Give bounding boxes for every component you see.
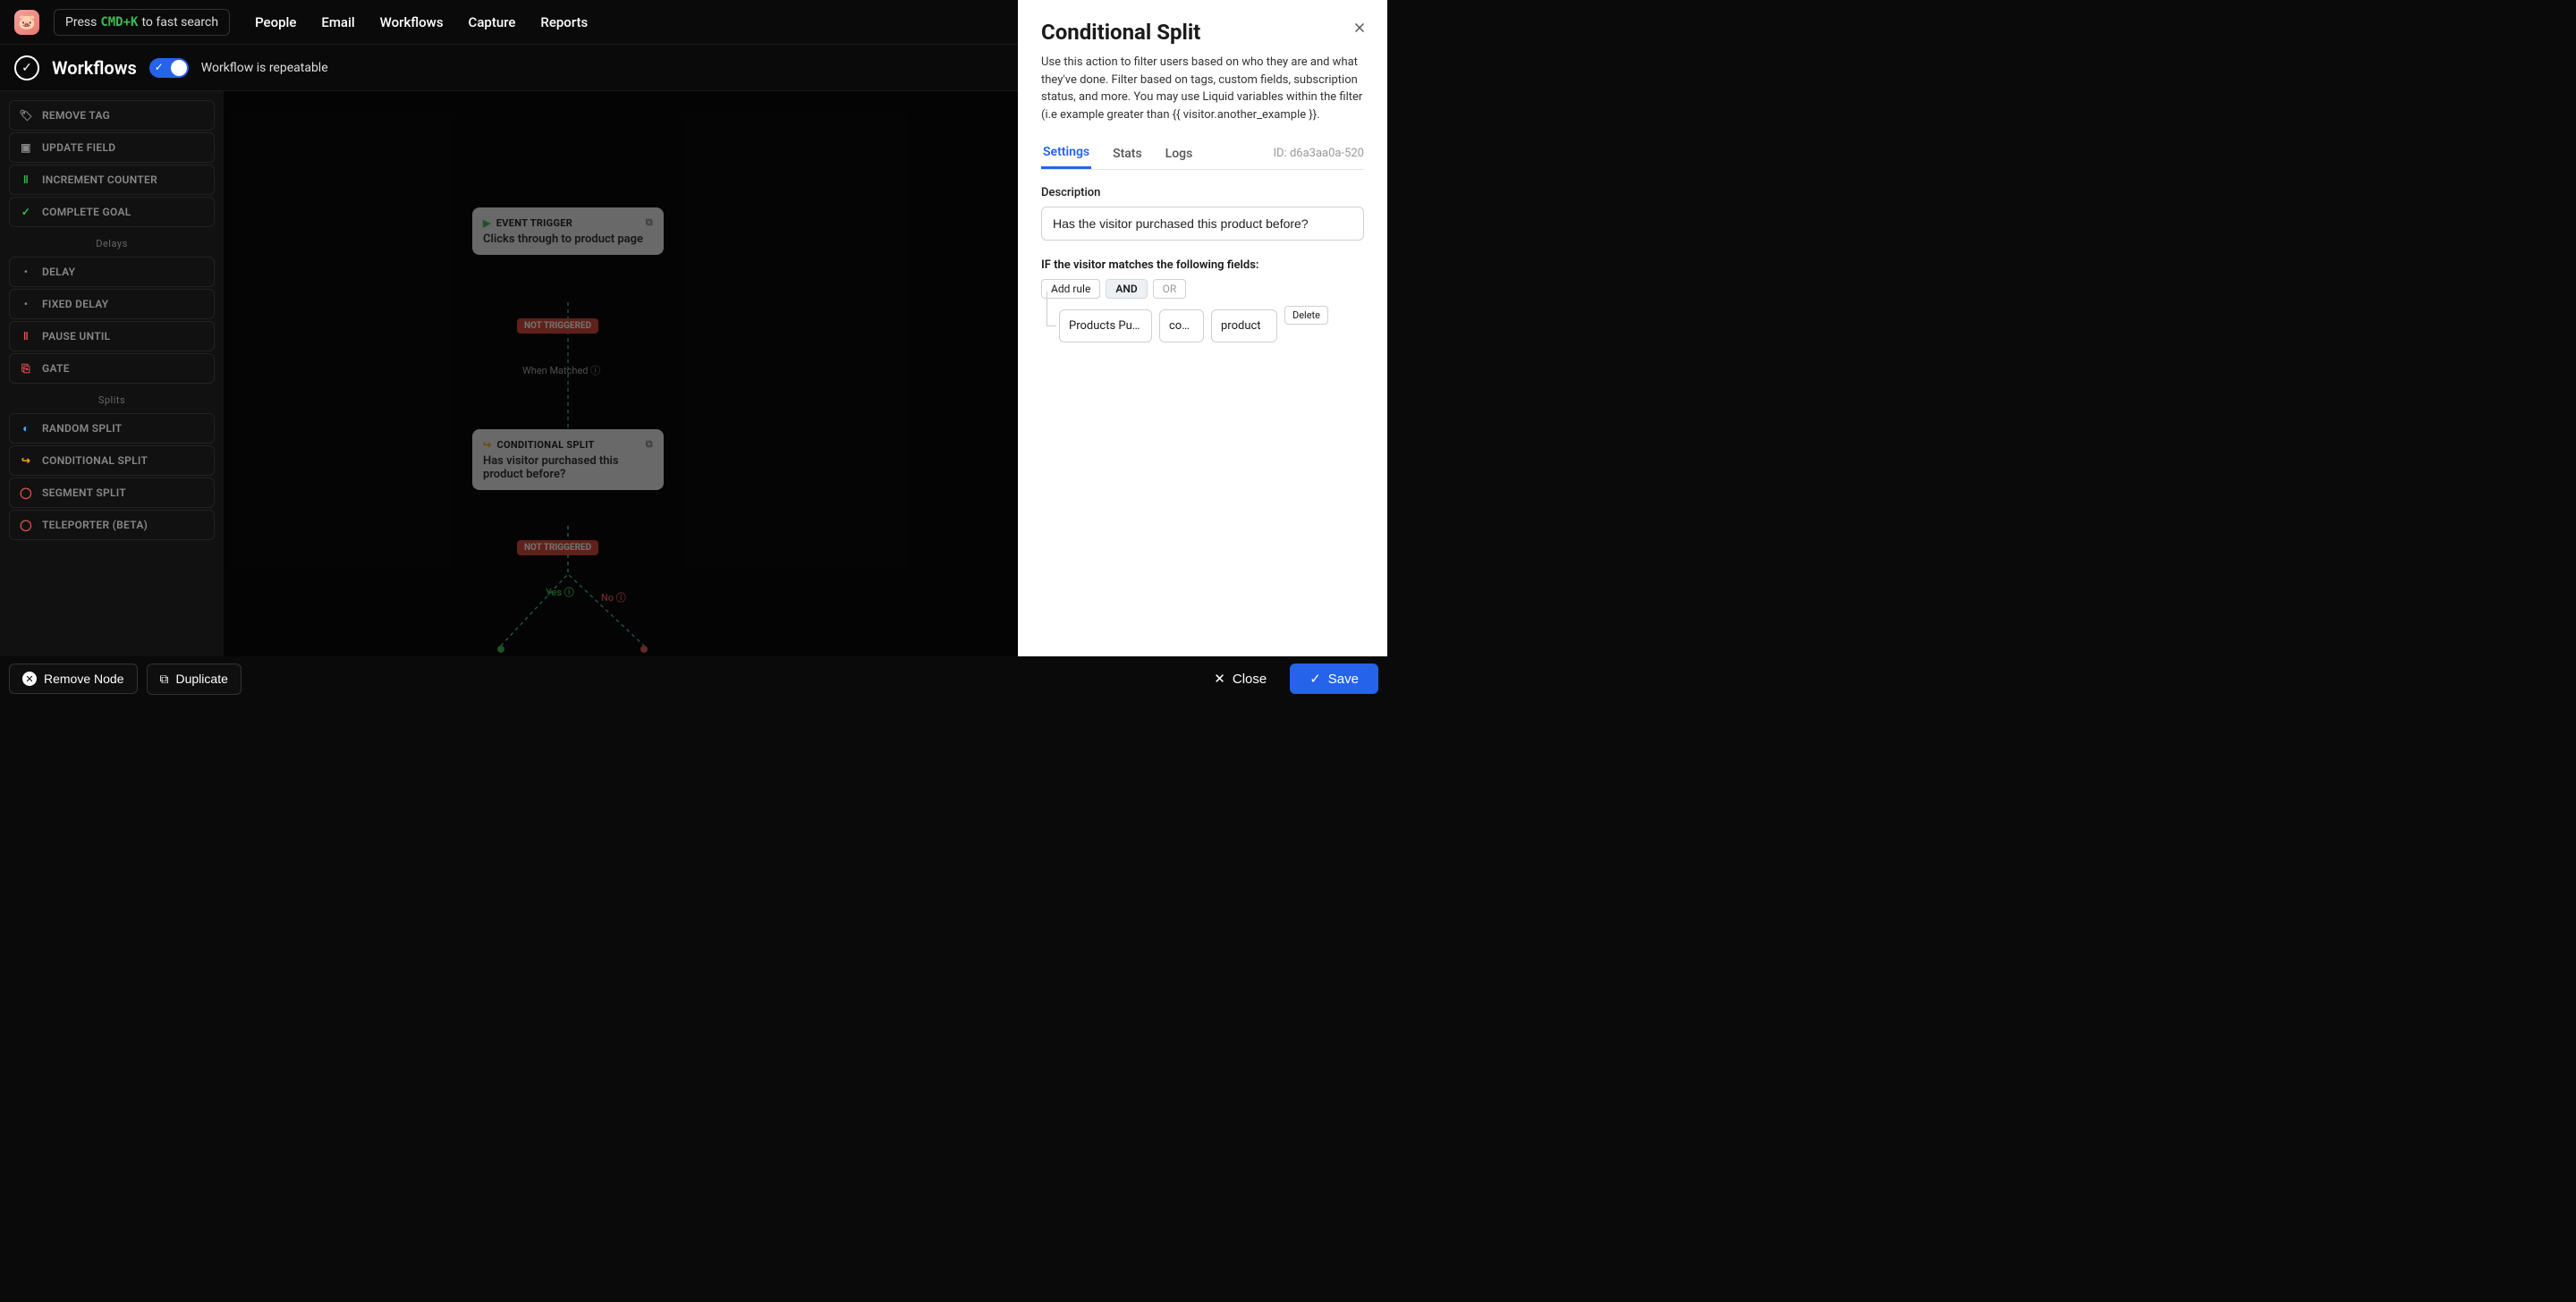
gate-icon: ⎘ [19, 361, 33, 376]
sidebar: 🏷REMOVE TAG ▣UPDATE FIELD ‖INCREMENT COU… [0, 91, 224, 701]
app-logo[interactable]: 🐷 [14, 10, 39, 35]
fixed-delay-icon: • [19, 297, 33, 311]
rule-row: Products Purchased contains product Dele… [1059, 309, 1364, 342]
settings-panel: Conditional Split Use this action to fil… [1018, 0, 1387, 656]
and-button[interactable]: AND [1106, 279, 1147, 299]
teleporter-icon: ◯ [19, 518, 33, 532]
duplicate-button[interactable]: ⧉ Duplicate [147, 664, 242, 695]
panel-tabs: Settings Stats Logs ID: d6a3aa0a-520 [1041, 138, 1364, 170]
workflow-check-icon: ✓ [14, 55, 39, 80]
or-button[interactable]: OR [1153, 279, 1187, 299]
tab-settings[interactable]: Settings [1041, 138, 1091, 169]
conditional-split-icon: ↪ [19, 453, 33, 468]
rule-operator-select[interactable]: contains [1159, 309, 1204, 342]
match-label: IF the visitor matches the following fie… [1041, 258, 1364, 272]
rule-value-input[interactable]: product [1211, 309, 1277, 342]
field-icon: ▣ [19, 140, 33, 155]
sidebar-heading-splits: Splits [9, 385, 215, 411]
sidebar-complete-goal[interactable]: ✓COMPLETE GOAL [9, 197, 215, 227]
cmd-k-shortcut: CMD+K [100, 15, 138, 30]
nav-links: People Email Workflows Capture Reports [255, 14, 588, 30]
delete-rule-button[interactable]: Delete [1284, 306, 1328, 325]
tag-icon: 🏷 [19, 108, 33, 123]
counter-icon: ‖ [19, 173, 33, 187]
delay-icon: • [19, 265, 33, 279]
repeatable-toggle[interactable]: ✓ [149, 58, 189, 78]
remove-icon: ✕ [22, 672, 37, 686]
search-box[interactable]: Press CMD+K to fast search [54, 9, 230, 36]
nav-people[interactable]: People [255, 14, 296, 30]
tab-stats[interactable]: Stats [1111, 140, 1144, 168]
tab-logs[interactable]: Logs [1164, 140, 1195, 168]
nav-email[interactable]: Email [321, 14, 354, 30]
panel-description: Use this action to filter users based on… [1041, 54, 1364, 123]
sidebar-remove-tag[interactable]: 🏷REMOVE TAG [9, 100, 215, 131]
nav-capture[interactable]: Capture [469, 14, 516, 30]
repeatable-label: Workflow is repeatable [201, 61, 328, 75]
sidebar-segment-split[interactable]: ◯SEGMENT SPLIT [9, 478, 215, 508]
sidebar-increment-counter[interactable]: ‖INCREMENT COUNTER [9, 165, 215, 195]
sidebar-random-split[interactable]: ◐RANDOM SPLIT [9, 413, 215, 444]
bottom-bar: ✕ Remove Node ⧉ Duplicate ✕ Close ✓ Save [0, 656, 1387, 701]
close-button[interactable]: ✕ Close [1199, 664, 1281, 694]
sidebar-conditional-split[interactable]: ↪CONDITIONAL SPLIT [9, 445, 215, 476]
random-split-icon: ◐ [19, 421, 33, 435]
description-input[interactable] [1041, 207, 1364, 241]
sidebar-fixed-delay[interactable]: •FIXED DELAY [9, 289, 215, 319]
segment-split-icon: ◯ [19, 486, 33, 500]
sidebar-heading-delays: Delays [9, 229, 215, 255]
close-x-icon: ✕ [1214, 671, 1225, 687]
nav-reports[interactable]: Reports [540, 14, 588, 30]
pause-icon: ‖ [19, 329, 33, 343]
search-prefix: Press [65, 15, 97, 30]
panel-id: ID: d6a3aa0a-520 [1274, 147, 1365, 160]
check-icon: ✓ [1309, 671, 1321, 687]
panel-title: Conditional Split [1041, 20, 1364, 45]
rule-bar: Add rule AND OR [1041, 279, 1364, 299]
duplicate-icon: ⧉ [160, 672, 169, 687]
remove-node-button[interactable]: ✕ Remove Node [9, 664, 138, 694]
sidebar-gate[interactable]: ⎘GATE [9, 353, 215, 384]
sidebar-update-field[interactable]: ▣UPDATE FIELD [9, 132, 215, 163]
nav-workflows[interactable]: Workflows [380, 14, 444, 30]
sidebar-delay[interactable]: •DELAY [9, 257, 215, 287]
panel-close-icon[interactable] [1352, 20, 1368, 36]
save-button[interactable]: ✓ Save [1290, 664, 1378, 694]
sidebar-teleporter[interactable]: ◯TELEPORTER (BETA) [9, 510, 215, 540]
search-suffix: to fast search [141, 15, 218, 30]
goal-icon: ✓ [19, 205, 33, 219]
description-label: Description [1041, 186, 1364, 199]
page-title: Workflows [52, 57, 137, 79]
rule-field-select[interactable]: Products Purchased [1059, 309, 1152, 342]
sidebar-pause-until[interactable]: ‖PAUSE UNTIL [9, 321, 215, 351]
